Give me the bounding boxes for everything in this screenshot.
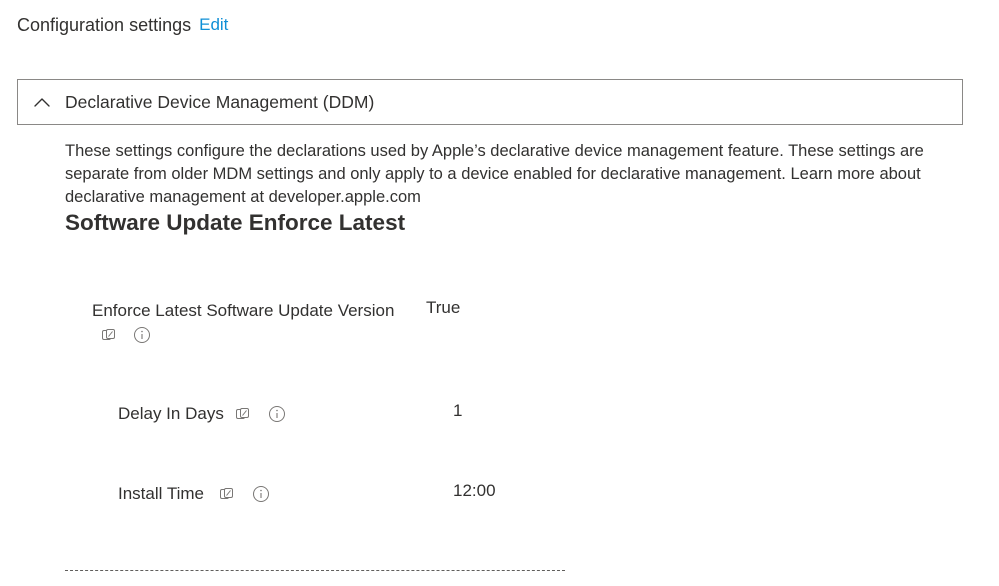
page-title: Configuration settings — [17, 14, 192, 35]
ddm-section-toggle[interactable]: Declarative Device Management (DDM) — [17, 79, 963, 125]
setting-label-enforce-latest: Enforce Latest Software Update Version — [92, 301, 395, 320]
settings-catalog-icon[interactable] — [218, 485, 236, 503]
section-divider — [65, 570, 565, 571]
setting-value-install-time: 12:00 — [453, 481, 496, 500]
edit-link[interactable]: Edit — [199, 15, 228, 35]
settings-catalog-icon[interactable] — [234, 405, 252, 423]
setting-value-enforce-latest: True — [426, 298, 461, 317]
setting-value-delay-in-days: 1 — [453, 401, 463, 420]
section-description: These settings configure the declaration… — [65, 142, 924, 206]
setting-label-delay-in-days: Delay In Days — [118, 404, 224, 423]
settings-group-heading: Software Update Enforce Latest — [65, 210, 406, 235]
info-icon[interactable] — [133, 326, 151, 344]
info-icon[interactable] — [252, 485, 270, 503]
settings-catalog-icon[interactable] — [100, 326, 118, 344]
configuration-settings-header: Configuration settings Edit — [17, 13, 228, 37]
chevron-up-icon — [33, 93, 51, 111]
setting-label-install-time: Install Time — [118, 484, 204, 503]
section-title: Declarative Device Management (DDM) — [65, 92, 375, 112]
info-icon[interactable] — [268, 405, 286, 423]
